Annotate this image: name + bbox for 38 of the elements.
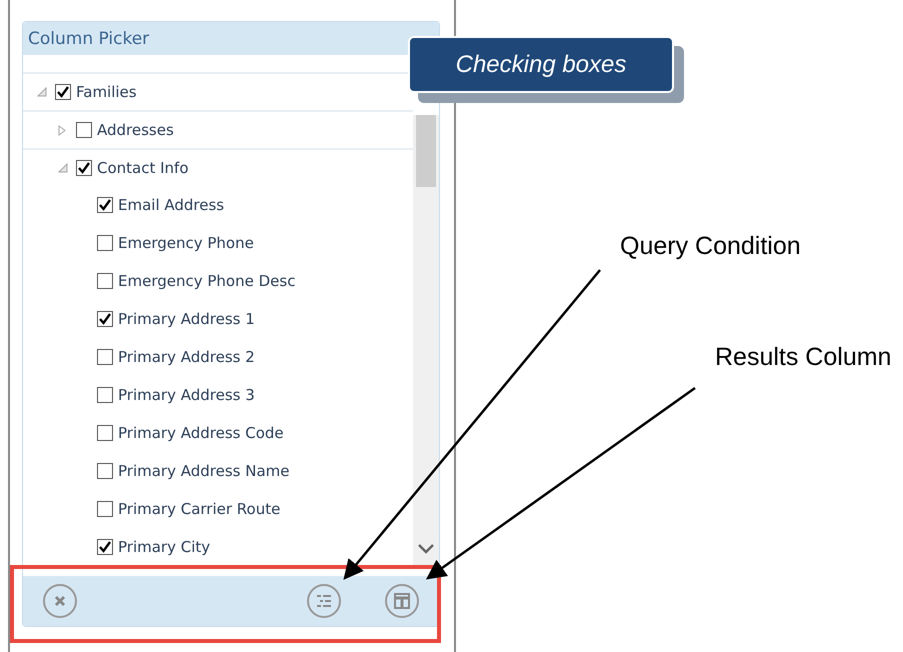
checkbox[interactable] [97,387,113,403]
checkbox[interactable] [76,160,92,176]
tree-item-label[interactable]: Primary Address 3 [118,386,255,404]
annotation-label: Results Column [715,343,892,372]
callout-text: Checking boxes [456,50,626,78]
tree-item-label[interactable]: Primary Carrier Route [118,500,280,518]
query-condition-button[interactable] [307,584,341,618]
tree-item-label[interactable]: Email Address [118,196,224,214]
checkbox[interactable] [97,349,113,365]
annotation-label: Query Condition [620,232,801,261]
close-icon [52,593,68,609]
tree-item-label[interactable]: Addresses [97,121,174,139]
scrollbar-thumb[interactable] [416,115,436,187]
tree-item-label[interactable]: Primary City [118,538,210,556]
tree-item-label[interactable]: Primary Address Code [118,424,284,442]
results-column-button[interactable] [385,584,419,618]
checkbox[interactable] [97,463,113,479]
checkbox[interactable] [76,122,92,138]
checkbox[interactable] [97,235,113,251]
tree-item-label[interactable]: Emergency Phone [118,234,254,252]
tree-item-label[interactable]: Families [76,83,137,101]
tree-item-label[interactable]: Primary Address 1 [118,310,255,328]
panel-title: Column Picker [28,28,150,48]
tree-item-label[interactable]: Contact Info [97,159,189,177]
list-icon [314,593,334,609]
checkbox[interactable] [97,311,113,327]
clear-button[interactable] [43,584,77,618]
checkbox[interactable] [97,273,113,289]
tree-item-label[interactable]: Emergency Phone Desc [118,272,296,290]
checkbox[interactable] [97,539,113,555]
tree-item-label[interactable]: Primary Address 2 [118,348,255,366]
scroll-down-icon[interactable] [417,543,435,555]
checkbox[interactable] [97,197,113,213]
table-column-icon [393,592,411,610]
checkbox[interactable] [97,501,113,517]
checkbox[interactable] [55,84,71,100]
checkbox[interactable] [97,425,113,441]
tree-item-label[interactable]: Primary Address Name [118,462,290,480]
